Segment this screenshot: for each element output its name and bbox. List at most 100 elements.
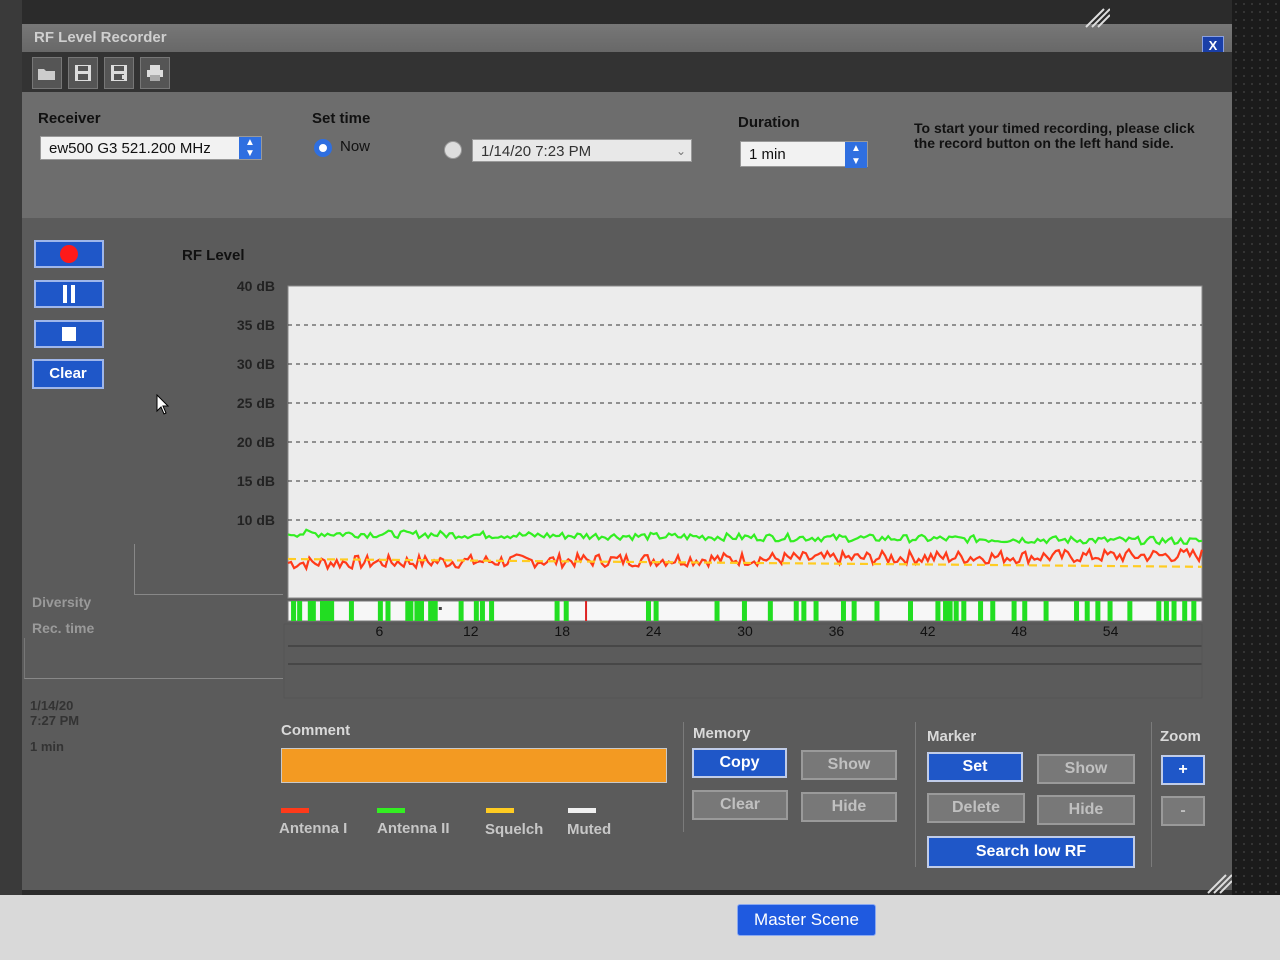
diversity-mark [793, 601, 799, 621]
marker-hide-button[interactable]: Hide [1037, 795, 1135, 825]
diversity-mark [297, 601, 303, 621]
memory-copy-button[interactable]: Copy [692, 748, 787, 778]
antenna1-legend-label: Antenna I [279, 820, 348, 837]
diversity-mark [554, 601, 560, 621]
diversity-mark [1043, 601, 1049, 621]
diversity-mark [943, 601, 949, 621]
diversity-mark [408, 601, 414, 621]
x-tick-label: 24 [646, 623, 662, 639]
diversity-mark [1107, 601, 1113, 621]
diversity-mark [1095, 601, 1101, 621]
y-tick-label: 40 dB [237, 278, 275, 294]
resize-grip-icon[interactable] [1206, 874, 1232, 894]
diversity-mark [947, 601, 953, 621]
diversity-mark [1074, 601, 1080, 621]
resize-grip-icon[interactable] [1084, 8, 1110, 28]
memory-hide-button[interactable]: Hide [801, 792, 897, 822]
diversity-mark [813, 601, 819, 621]
diversity-mark [935, 601, 941, 621]
diversity-mark [329, 601, 335, 621]
marker-label: Marker [927, 728, 977, 745]
zoom-in-button[interactable]: + [1161, 755, 1205, 785]
search-low-rf-button[interactable]: Search low RF [927, 836, 1135, 868]
diversity-mark [1163, 601, 1169, 621]
diversity-mark [1156, 601, 1162, 621]
squelch-legend-swatch [486, 808, 514, 813]
diversity-mark [458, 601, 464, 621]
comment-field[interactable] [281, 748, 667, 783]
y-tick-label: 30 dB [237, 356, 275, 372]
diversity-mark-muted [438, 607, 442, 610]
x-tick-label: 6 [376, 623, 384, 639]
rf-level-recorder-window: RF Level Recorder X Receiver ew500 G3 52… [22, 24, 1232, 890]
diversity-mark [645, 601, 651, 621]
marker-set-button[interactable]: Set [927, 752, 1023, 782]
comment-label: Comment [281, 722, 351, 739]
y-tick-label: 15 dB [237, 473, 275, 489]
diversity-mark [319, 601, 325, 621]
muted-legend-swatch [568, 808, 596, 813]
zoom-label: Zoom [1160, 728, 1201, 745]
antenna2-legend-label: Antenna II [377, 820, 450, 837]
diversity-mark [428, 601, 434, 621]
diversity-mark [990, 601, 996, 621]
separator [1151, 722, 1152, 867]
memory-label: Memory [693, 725, 751, 742]
memory-clear-button[interactable]: Clear [692, 790, 788, 820]
x-tick-label: 42 [920, 623, 936, 639]
diversity-mark [348, 601, 354, 621]
diversity-mark [874, 601, 880, 621]
chart-title: RF Level [182, 247, 245, 264]
memory-show-button[interactable]: Show [801, 750, 897, 780]
diversity-mark [1182, 601, 1188, 621]
zoom-out-button[interactable]: - [1161, 796, 1205, 826]
diversity-mark [385, 601, 391, 621]
diversity-mark [489, 601, 495, 621]
y-tick-label: 35 dB [237, 317, 275, 333]
diversity-mark [741, 601, 747, 621]
y-tick-label: 20 dB [237, 434, 275, 450]
diversity-mark [377, 601, 383, 621]
diversity-mark [907, 601, 913, 621]
squelch-legend-label: Squelch [485, 821, 544, 838]
diversity-mark [767, 601, 773, 621]
x-tick-label: 36 [829, 623, 845, 639]
diversity-mark [714, 601, 720, 621]
diversity-mark [801, 601, 807, 621]
master-scene-button[interactable]: Master Scene [737, 904, 876, 936]
diversity-mark [1084, 601, 1090, 621]
x-tick-label: 18 [554, 623, 570, 639]
diversity-mark [1022, 601, 1028, 621]
diversity-mark [479, 601, 485, 621]
diversity-mark [851, 601, 857, 621]
diversity-mark [291, 601, 297, 621]
diversity-mark [1191, 601, 1197, 621]
diversity-mark [953, 601, 959, 621]
marker-show-button[interactable]: Show [1037, 754, 1135, 784]
diversity-mark [419, 601, 425, 621]
diversity-mark [563, 601, 569, 621]
diversity-mark [653, 601, 659, 621]
diversity-mark [840, 601, 846, 621]
screen-bezel [0, 0, 22, 960]
antenna1-legend-swatch [281, 808, 309, 813]
diversity-mark [324, 601, 330, 621]
marker-delete-button[interactable]: Delete [927, 793, 1025, 823]
diversity-mark [473, 601, 479, 621]
background-pattern [1232, 0, 1280, 895]
diversity-mark [310, 601, 316, 621]
y-tick-label: 10 dB [237, 512, 275, 528]
diversity-mark [432, 601, 438, 621]
x-tick-label: 12 [463, 623, 479, 639]
antenna2-legend-swatch [377, 808, 405, 813]
diversity-mark [961, 601, 967, 621]
diversity-mark [978, 601, 984, 621]
separator [915, 722, 916, 867]
diversity-mark [1171, 601, 1177, 621]
diversity-mark [1011, 601, 1017, 621]
diversity-mark [1127, 601, 1133, 621]
diversity-mark [414, 601, 420, 621]
taskbar: Master Scene [0, 895, 1280, 960]
x-tick-label: 54 [1103, 623, 1119, 639]
x-tick-label: 48 [1011, 623, 1027, 639]
